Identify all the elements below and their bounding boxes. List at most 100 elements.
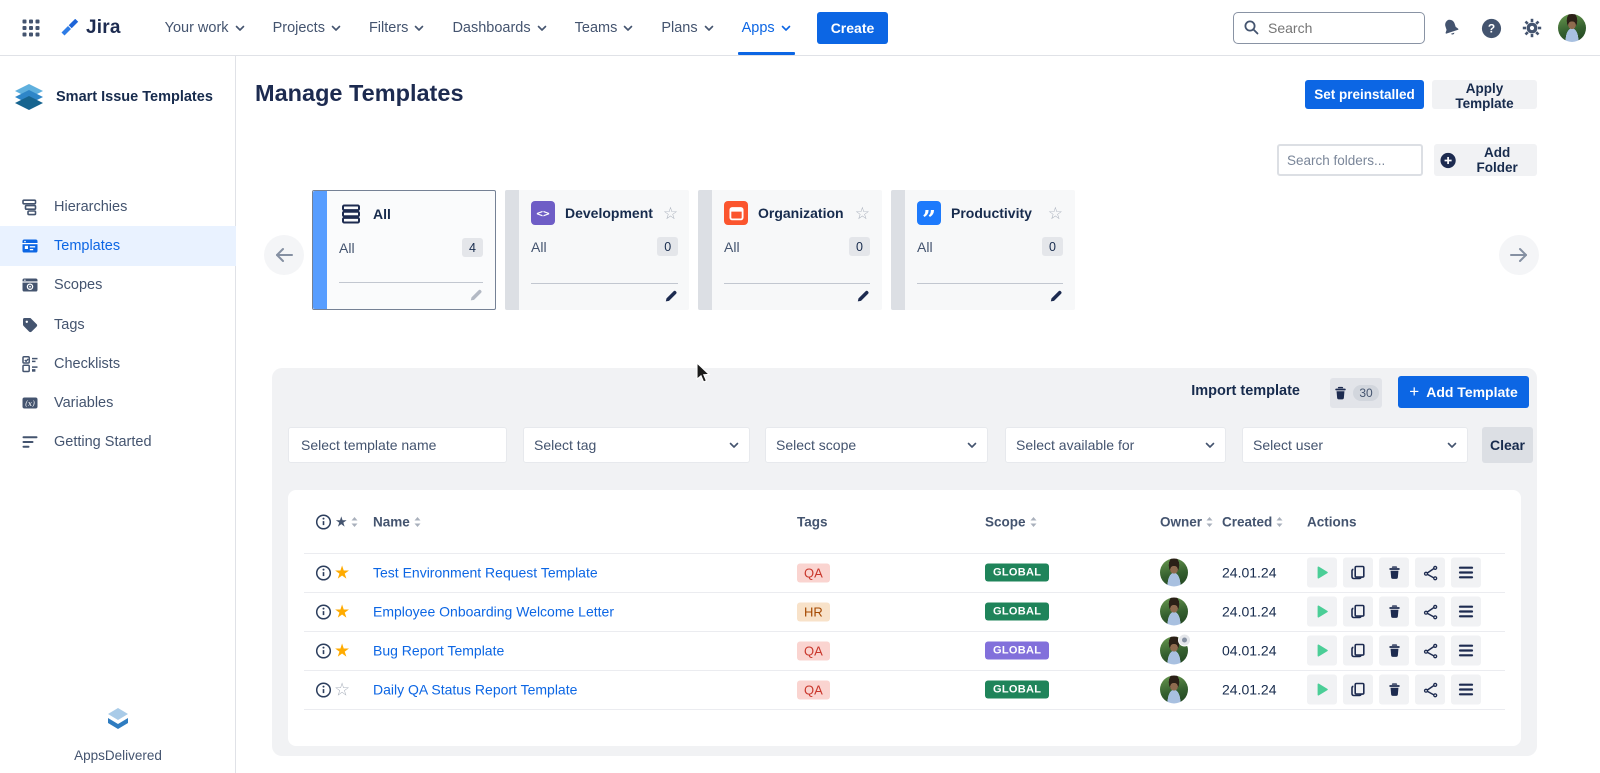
column-header-name[interactable]: Name xyxy=(373,490,421,553)
edit-folder-pencil-icon[interactable] xyxy=(469,288,483,302)
filter-select-template-name[interactable] xyxy=(288,427,507,463)
clear-filters-button[interactable]: Clear xyxy=(1482,427,1533,463)
nav-item-your-work[interactable]: Your work xyxy=(151,0,259,55)
carousel-left-arrow[interactable] xyxy=(264,235,304,275)
run-template-button[interactable] xyxy=(1307,636,1337,666)
folder-card-productivity[interactable]: ” Productivity ☆ All 0 xyxy=(891,190,1075,310)
template-info-icon[interactable] xyxy=(315,631,332,670)
trash-icon xyxy=(1387,604,1402,620)
sidebar-app-header: Smart Issue Templates xyxy=(0,56,235,112)
delete-template-button[interactable] xyxy=(1379,636,1409,666)
global-search[interactable] xyxy=(1233,12,1425,44)
copy-template-button[interactable] xyxy=(1343,636,1373,666)
folder-subfolder-label: All xyxy=(724,239,849,255)
copy-template-button[interactable] xyxy=(1343,597,1373,627)
settings-gear-icon[interactable] xyxy=(1518,14,1546,42)
favorite-star-icon[interactable]: ★ xyxy=(334,592,350,631)
favorite-star-icon[interactable]: ☆ xyxy=(855,205,870,222)
column-header-scope[interactable]: Scope xyxy=(985,490,1037,553)
sidebar-item-scopes[interactable]: Scopes xyxy=(0,266,236,305)
chevron-down-icon xyxy=(704,23,714,32)
sidebar-item-checklists[interactable]: Checklists xyxy=(0,344,236,383)
favorite-star-icon[interactable]: ☆ xyxy=(1048,205,1063,222)
favorite-star-icon[interactable]: ☆ xyxy=(334,670,350,709)
folder-card-organization[interactable]: Organization ☆ All 0 xyxy=(698,190,882,310)
edit-folder-pencil-icon[interactable] xyxy=(664,289,678,303)
favorite-star-icon[interactable]: ★ xyxy=(334,631,350,670)
edit-folder-pencil-icon[interactable] xyxy=(1049,289,1063,303)
copy-template-button[interactable] xyxy=(1343,675,1373,705)
code-icon: <> xyxy=(531,201,555,225)
more-actions-button[interactable] xyxy=(1451,636,1481,666)
run-template-button[interactable] xyxy=(1307,597,1337,627)
run-template-button[interactable] xyxy=(1307,558,1337,588)
nav-item-teams[interactable]: Teams xyxy=(561,0,648,55)
help-icon[interactable]: ? xyxy=(1477,14,1506,43)
template-info-icon[interactable] xyxy=(315,670,332,709)
delete-template-button[interactable] xyxy=(1379,597,1409,627)
set-preinstalled-button[interactable]: Set preinstalled xyxy=(1305,80,1424,109)
row-actions xyxy=(1307,592,1481,631)
sidebar-item-templates[interactable]: Templates xyxy=(0,226,236,265)
favorite-column-sort[interactable]: ★ xyxy=(335,490,358,553)
user-avatar[interactable] xyxy=(1558,14,1586,42)
sidebar-item-variables[interactable]: (x) Variables xyxy=(0,383,236,422)
add-folder-button[interactable]: Add Folder xyxy=(1434,144,1537,176)
more-actions-button[interactable] xyxy=(1451,597,1481,627)
filter-select-scope[interactable]: Select scope xyxy=(765,427,988,463)
row-divider xyxy=(304,709,1505,710)
folder-search-input[interactable] xyxy=(1277,144,1423,176)
favorite-star-icon[interactable]: ☆ xyxy=(663,205,678,222)
nav-item-plans[interactable]: Plans xyxy=(647,0,727,55)
more-actions-button[interactable] xyxy=(1451,675,1481,705)
template-name-link[interactable]: Bug Report Template xyxy=(373,631,504,670)
nav-item-filters[interactable]: Filters xyxy=(355,0,438,55)
jira-logo[interactable]: Jira xyxy=(60,17,121,39)
page-title: Manage Templates xyxy=(255,80,464,107)
share-template-button[interactable] xyxy=(1415,675,1445,705)
share-template-button[interactable] xyxy=(1415,636,1445,666)
table-row: ☆ Daily QA Status Report Template QA GLO… xyxy=(288,670,1521,709)
import-template-button[interactable]: Import template xyxy=(1191,383,1300,399)
search-input[interactable] xyxy=(1266,19,1410,37)
filter-select-available-for[interactable]: Select available for xyxy=(1005,427,1226,463)
nav-item-dashboards[interactable]: Dashboards xyxy=(438,0,560,55)
share-template-button[interactable] xyxy=(1415,558,1445,588)
sidebar-footer: AppsDelivered Learn more xyxy=(0,706,236,773)
folder-count-badge: 4 xyxy=(462,238,483,257)
carousel-right-arrow[interactable] xyxy=(1499,235,1539,275)
more-actions-button[interactable] xyxy=(1451,558,1481,588)
edit-folder-pencil-icon[interactable] xyxy=(856,289,870,303)
more-icon xyxy=(1458,683,1474,697)
folder-card-all[interactable]: All All 4 xyxy=(312,190,496,310)
create-button[interactable]: Create xyxy=(817,12,889,44)
column-header-owner[interactable]: Owner xyxy=(1160,490,1213,553)
sidebar-item-hierarchies[interactable]: Hierarchies xyxy=(0,187,236,226)
notification-bell-icon[interactable] xyxy=(1437,14,1465,42)
nav-item-projects[interactable]: Projects xyxy=(259,0,355,55)
template-name-link[interactable]: Daily QA Status Report Template xyxy=(373,670,577,709)
nav-item-apps[interactable]: Apps xyxy=(728,0,805,55)
sidebar-item-getting-started[interactable]: Getting Started xyxy=(0,423,236,462)
template-info-icon[interactable] xyxy=(315,592,332,631)
filter-select-tag[interactable]: Select tag xyxy=(523,427,750,463)
filter-select-user[interactable]: Select user xyxy=(1242,427,1468,463)
template-info-icon[interactable] xyxy=(315,553,332,592)
sidebar-item-tags[interactable]: Tags xyxy=(0,305,236,344)
template-name-link[interactable]: Test Environment Request Template xyxy=(373,553,598,592)
copy-template-button[interactable] xyxy=(1343,558,1373,588)
apply-template-button[interactable]: Apply Template xyxy=(1432,80,1537,109)
delete-template-button[interactable] xyxy=(1379,558,1409,588)
folder-card-development[interactable]: <> Development ☆ All 0 xyxy=(505,190,689,310)
folder-count-badge: 0 xyxy=(849,237,870,256)
template-name-link[interactable]: Employee Onboarding Welcome Letter xyxy=(373,592,614,631)
share-template-button[interactable] xyxy=(1415,597,1445,627)
run-template-button[interactable] xyxy=(1307,675,1337,705)
add-template-button[interactable]: + Add Template xyxy=(1398,376,1529,408)
recycle-bin-button[interactable]: 30 xyxy=(1330,378,1382,408)
delete-template-button[interactable] xyxy=(1379,675,1409,705)
column-header-created[interactable]: Created xyxy=(1222,490,1283,553)
app-switcher-icon[interactable] xyxy=(18,15,44,41)
favorite-star-icon[interactable]: ★ xyxy=(334,553,350,592)
svg-text:?: ? xyxy=(1488,21,1495,35)
